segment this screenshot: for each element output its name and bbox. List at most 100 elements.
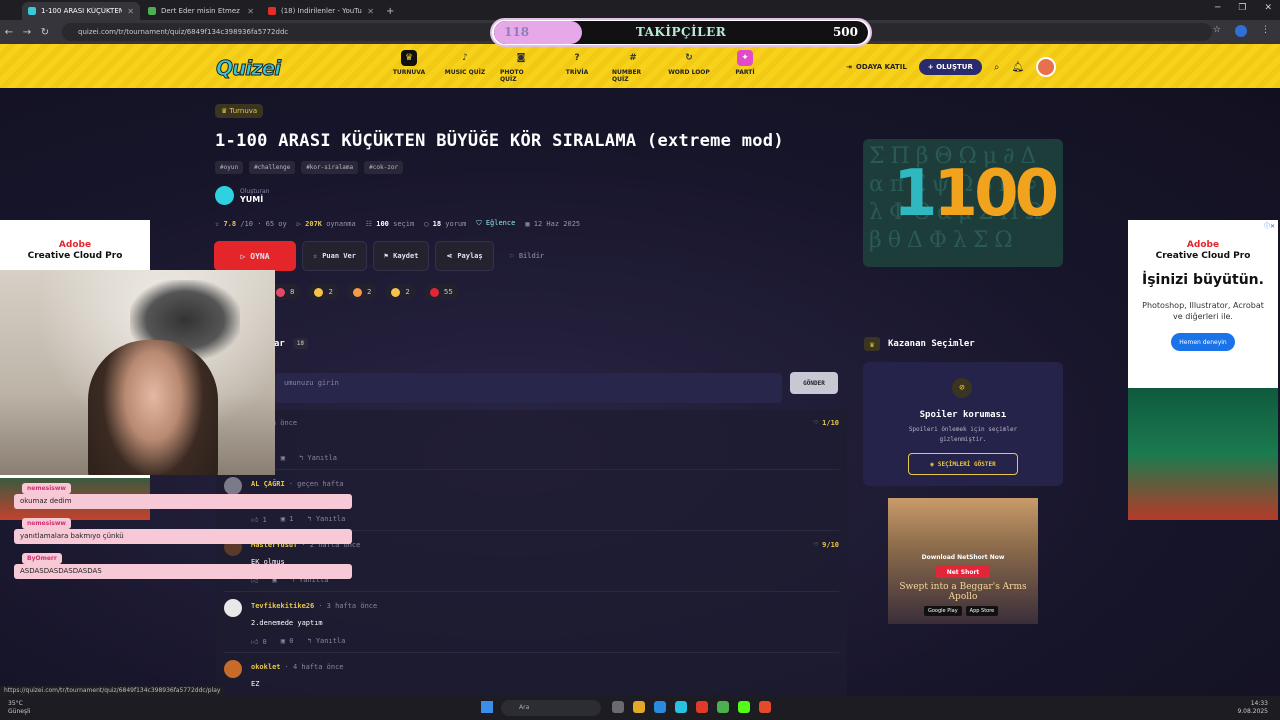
show-choices-button[interactable]: ◉ SEÇİMLERİ GÖSTER <box>908 453 1018 475</box>
reaction-button[interactable]: 2 <box>308 284 339 300</box>
hashtag[interactable]: #challenge <box>249 161 296 174</box>
menu-item-2[interactable]: ◙ PHOTO QUİZ <box>500 50 542 83</box>
hashtag[interactable]: #kor-siralama <box>301 161 359 174</box>
hashtag[interactable]: #oyun <box>215 161 244 174</box>
category-stat[interactable]: ⛉ Eğlence <box>476 219 515 228</box>
like-button[interactable]: 👍︎ 0 <box>251 637 267 646</box>
category-tag[interactable]: ♛ Turnuva <box>215 104 264 118</box>
flag-icon: ⚐ <box>509 252 514 260</box>
windows-start-icon[interactable] <box>481 701 493 713</box>
google-play-badge[interactable]: Google Play <box>924 606 962 616</box>
forward-icon[interactable]: → <box>18 27 36 38</box>
comment-reply-count[interactable]: ▣ 0 <box>281 637 294 646</box>
comment-reply-count[interactable]: ▣ <box>281 454 285 463</box>
creator-info[interactable]: Oluşturan YUMİ <box>215 186 269 205</box>
browser-tab-quizei[interactable]: 1-100 ARASI KÜÇÜKTEN BÜYÜ… ✕ <box>22 2 140 20</box>
menu-item-3[interactable]: ? TRİVİA <box>556 50 598 83</box>
play-button[interactable]: ▷ OYNA <box>214 241 296 271</box>
plays-stat: ▷ 207K oynanma <box>297 220 356 228</box>
adobe-ad-right[interactable]: ⓘ✕ Adobe Creative Cloud Pro İşinizi büyü… <box>1128 220 1278 520</box>
commenter-name[interactable]: Tevfikekitike26 · 3 hafta önce <box>251 602 377 610</box>
menu-item-1[interactable]: ♪ MUSIC QUİZ <box>444 50 486 83</box>
app-icon[interactable] <box>738 701 750 713</box>
reply-button[interactable]: ↰ Yanıtla <box>299 454 337 463</box>
reaction-bar: 8 2 2 2 55 <box>270 284 459 300</box>
comment-input[interactable]: umunuzu girin <box>274 373 782 403</box>
menu-item-6[interactable]: ✦ PARTİ <box>724 50 766 83</box>
maximize-icon[interactable]: ❐ <box>1238 3 1246 13</box>
share-button[interactable]: ⋖ Paylaş <box>435 241 494 271</box>
menu-item-5[interactable]: ↻ WORD LOOP <box>668 50 710 83</box>
comment-list: 6 gün önce👍︎ 0▣ ↰ Yanıtla♡ 1/10AL ÇAĞRI·… <box>216 410 847 714</box>
menu-item-label: PARTİ <box>735 69 755 76</box>
app-icon[interactable] <box>654 701 666 713</box>
reply-button[interactable]: ↰ Yanıtla <box>307 515 345 524</box>
new-tab-icon[interactable]: + <box>386 6 394 20</box>
minimize-icon[interactable]: ─ <box>1215 3 1220 13</box>
reaction-button[interactable]: 55 <box>423 284 459 300</box>
comment-item: Tevfikekitike26 · 3 hafta önce 2.denemede … <box>224 593 839 653</box>
app-icon[interactable] <box>612 701 624 713</box>
app-icon[interactable] <box>759 701 771 713</box>
comment-footer: 👍︎ 0 ▣ 0 ↰ Yanıtla <box>251 637 345 646</box>
creator-name[interactable]: YUMİ <box>240 195 269 204</box>
choices-value: 100 <box>376 219 389 228</box>
app-icon[interactable] <box>675 701 687 713</box>
bookmark-star-icon[interactable]: ☆ <box>1213 25 1221 37</box>
menu-item-4[interactable]: # NUMBER QUİZ <box>612 50 654 83</box>
commenter-name[interactable]: okoklet · 4 hafta önce <box>251 663 344 671</box>
hashtag[interactable]: #cok-zor <box>364 161 404 174</box>
commenter-avatar[interactable] <box>224 660 242 678</box>
bell-icon[interactable]: 🔔︎ <box>1011 62 1024 73</box>
browser-tab-dert[interactable]: Dert Eder misin Etmez misin? - ✕ <box>142 2 260 20</box>
commenter-avatar[interactable] <box>224 599 242 617</box>
like-button[interactable]: 👍︎ 1 <box>251 515 267 524</box>
browser-tab-youtube[interactable]: (18) İndirilenler - YouTube ✕ <box>262 2 380 20</box>
weather-widget[interactable]: 35°C Güneşli <box>8 700 30 716</box>
close-icon[interactable]: ✕ <box>247 7 254 16</box>
hash-icon: # <box>629 53 637 63</box>
reply-button[interactable]: ↰ Yanıtla <box>307 637 345 646</box>
rate-button[interactable]: ☆ Puan Ver <box>302 241 367 271</box>
chrome-icon[interactable] <box>717 701 729 713</box>
app-store-badge[interactable]: App Store <box>965 606 999 616</box>
clock[interactable]: 14:33 9.08.2025 <box>1237 700 1268 716</box>
save-button[interactable]: ⚑ Kaydet <box>372 241 430 271</box>
app-icon[interactable] <box>696 701 708 713</box>
close-icon[interactable]: ✕ <box>367 7 374 16</box>
quizei-favicon-icon <box>28 7 36 15</box>
app-icon[interactable] <box>633 701 645 713</box>
netshort-ad[interactable]: Download NetShort Now Net Short Swept in… <box>888 498 1038 624</box>
menu-icon[interactable]: ⋮ <box>1261 25 1270 37</box>
search-icon[interactable]: ⌕ <box>994 62 1000 73</box>
menu-item-0[interactable]: ♛ TURNUVA <box>388 50 430 83</box>
join-room-button[interactable]: ⇥ ODAYA KATIL <box>846 63 907 71</box>
create-button[interactable]: + OLUŞTUR <box>918 59 982 75</box>
date-value: 12 Haz 2025 <box>533 219 581 228</box>
ad-info-icon[interactable]: ⓘ✕ <box>1264 221 1275 230</box>
user-avatar[interactable] <box>1036 57 1057 77</box>
send-button[interactable]: GÖNDER <box>790 372 838 394</box>
profile-avatar[interactable] <box>1235 25 1247 37</box>
quizei-logo[interactable]: Quizei <box>215 56 281 81</box>
spoiler-title: Spoiler koruması <box>919 410 1007 420</box>
cover-number: 1100 <box>893 157 1059 231</box>
ad-cta-button[interactable]: Hemen deneyin <box>1171 333 1235 351</box>
commenter-avatar[interactable] <box>224 477 242 495</box>
comments-stat: ◯ 18 yorum <box>424 220 466 228</box>
reaction-button[interactable]: 2 <box>385 284 416 300</box>
window-close-icon[interactable]: ✕ <box>1264 3 1272 13</box>
report-button[interactable]: ⚐ Bildir <box>500 241 555 271</box>
reaction-button[interactable]: 2 <box>346 284 378 300</box>
chat-username: ByOmerr <box>22 553 62 564</box>
close-icon[interactable]: ✕ <box>127 7 134 16</box>
taskbar-search[interactable]: Ara <box>501 700 601 716</box>
reload-icon[interactable]: ↻ <box>36 27 54 38</box>
commenter-name[interactable]: AL ÇAĞRI · geçen hafta <box>251 480 344 488</box>
tab-title: (18) İndirilenler - YouTube <box>281 7 363 15</box>
back-icon[interactable]: ← <box>0 27 18 38</box>
comment-reply-count[interactable]: ▣ 1 <box>281 515 294 524</box>
reply-label: Yanıtla <box>315 515 346 523</box>
commenter-name-text: AL ÇAĞRI <box>251 480 285 488</box>
creator-avatar[interactable] <box>215 186 234 205</box>
